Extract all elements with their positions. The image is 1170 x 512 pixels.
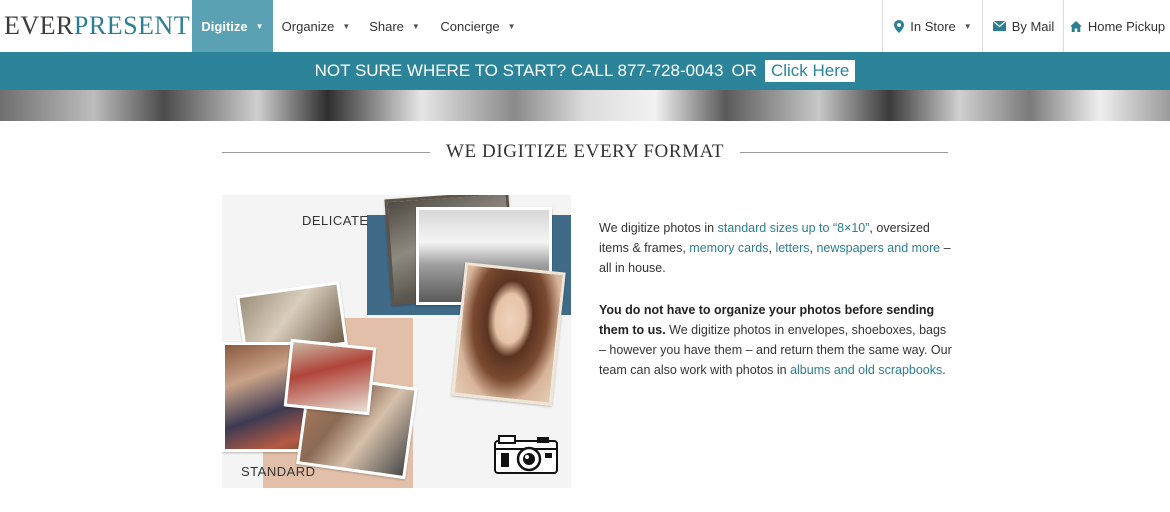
banner-text: NOT SURE WHERE TO START? CALL 877-728-00… (314, 61, 724, 80)
top-nav: EVERPRESENT Digitize ▼ Organize ▼ Share ▼ C… (0, 0, 1170, 53)
chevron-down-icon: ▼ (342, 21, 351, 31)
nav-concierge[interactable]: Concierge ▼ (430, 0, 526, 52)
portrait-photo (451, 262, 566, 406)
call-banner: NOT SURE WHERE TO START? CALL 877-728-00… (0, 52, 1170, 90)
chevron-down-icon: ▼ (255, 21, 264, 31)
chevron-down-icon: ▼ (411, 21, 420, 31)
nav-home-pickup-label: Home Pickup (1087, 18, 1166, 34)
logo-wordmark-part1: EVER (4, 11, 74, 40)
click-here-button[interactable]: Click Here (764, 60, 856, 82)
text-segment: . (942, 363, 946, 377)
link-newspapers-and-more[interactable]: newspapers and more (816, 241, 940, 255)
nav-share-label: Share (369, 18, 404, 34)
nav-organize-label: Organize (281, 18, 335, 34)
link-albums-scrapbooks[interactable]: albums and old scrapbooks (790, 363, 942, 377)
photo-collage: DELICATE STANDARD (222, 195, 571, 488)
text-segment: We digitize photos in (599, 221, 718, 235)
link-letters[interactable]: letters (775, 241, 809, 255)
family-photo-red (283, 338, 377, 416)
nav-digitize-label: Digitize (201, 18, 248, 34)
envelope-icon (992, 21, 1006, 31)
section-title: WE DIGITIZE EVERY FORMAT (445, 141, 725, 162)
nav-home-pickup[interactable]: Home Pickup (1063, 0, 1170, 52)
link-standard-sizes[interactable]: standard sizes up to “8×10” (718, 221, 870, 235)
chevron-down-icon: ▼ (507, 21, 516, 31)
label-standard: STANDARD (241, 464, 316, 479)
paragraph-formats: We digitize photos in standard sizes up … (599, 218, 954, 278)
house-icon (1069, 20, 1082, 32)
hero-image-strip (0, 90, 1170, 121)
label-delicate: DELICATE (302, 213, 369, 228)
nav-concierge-label: Concierge (440, 18, 500, 34)
link-memory-cards[interactable]: memory cards (689, 241, 768, 255)
chevron-down-icon: ▼ (963, 21, 972, 31)
nav-by-mail[interactable]: By Mail (982, 0, 1064, 52)
nav-by-mail-label: By Mail (1011, 18, 1055, 34)
map-pin-icon (894, 19, 905, 33)
banner-or: OR (731, 61, 757, 80)
nav-in-store[interactable]: In Store ▼ (882, 0, 983, 52)
format-description: We digitize photos in standard sizes up … (599, 218, 954, 402)
nav-digitize[interactable]: Digitize ▼ (192, 0, 273, 52)
everpresent-logo[interactable]: EVERPRESENT (0, 0, 190, 52)
camera-icon (494, 435, 558, 474)
section-heading: WE DIGITIZE EVERY FORMAT (222, 140, 948, 164)
logo-wordmark-part2: PRESENT (73, 11, 191, 40)
paragraph-no-organizing: You do not have to organize your photos … (599, 300, 954, 380)
logo-wordmark: EVERPRESENT (4, 11, 190, 41)
heading-rule-left (222, 151, 430, 153)
nav-in-store-label: In Store (910, 18, 956, 34)
nav-organize[interactable]: Organize ▼ (273, 0, 359, 52)
nav-share[interactable]: Share ▼ (359, 0, 430, 52)
heading-rule-right (740, 151, 948, 153)
